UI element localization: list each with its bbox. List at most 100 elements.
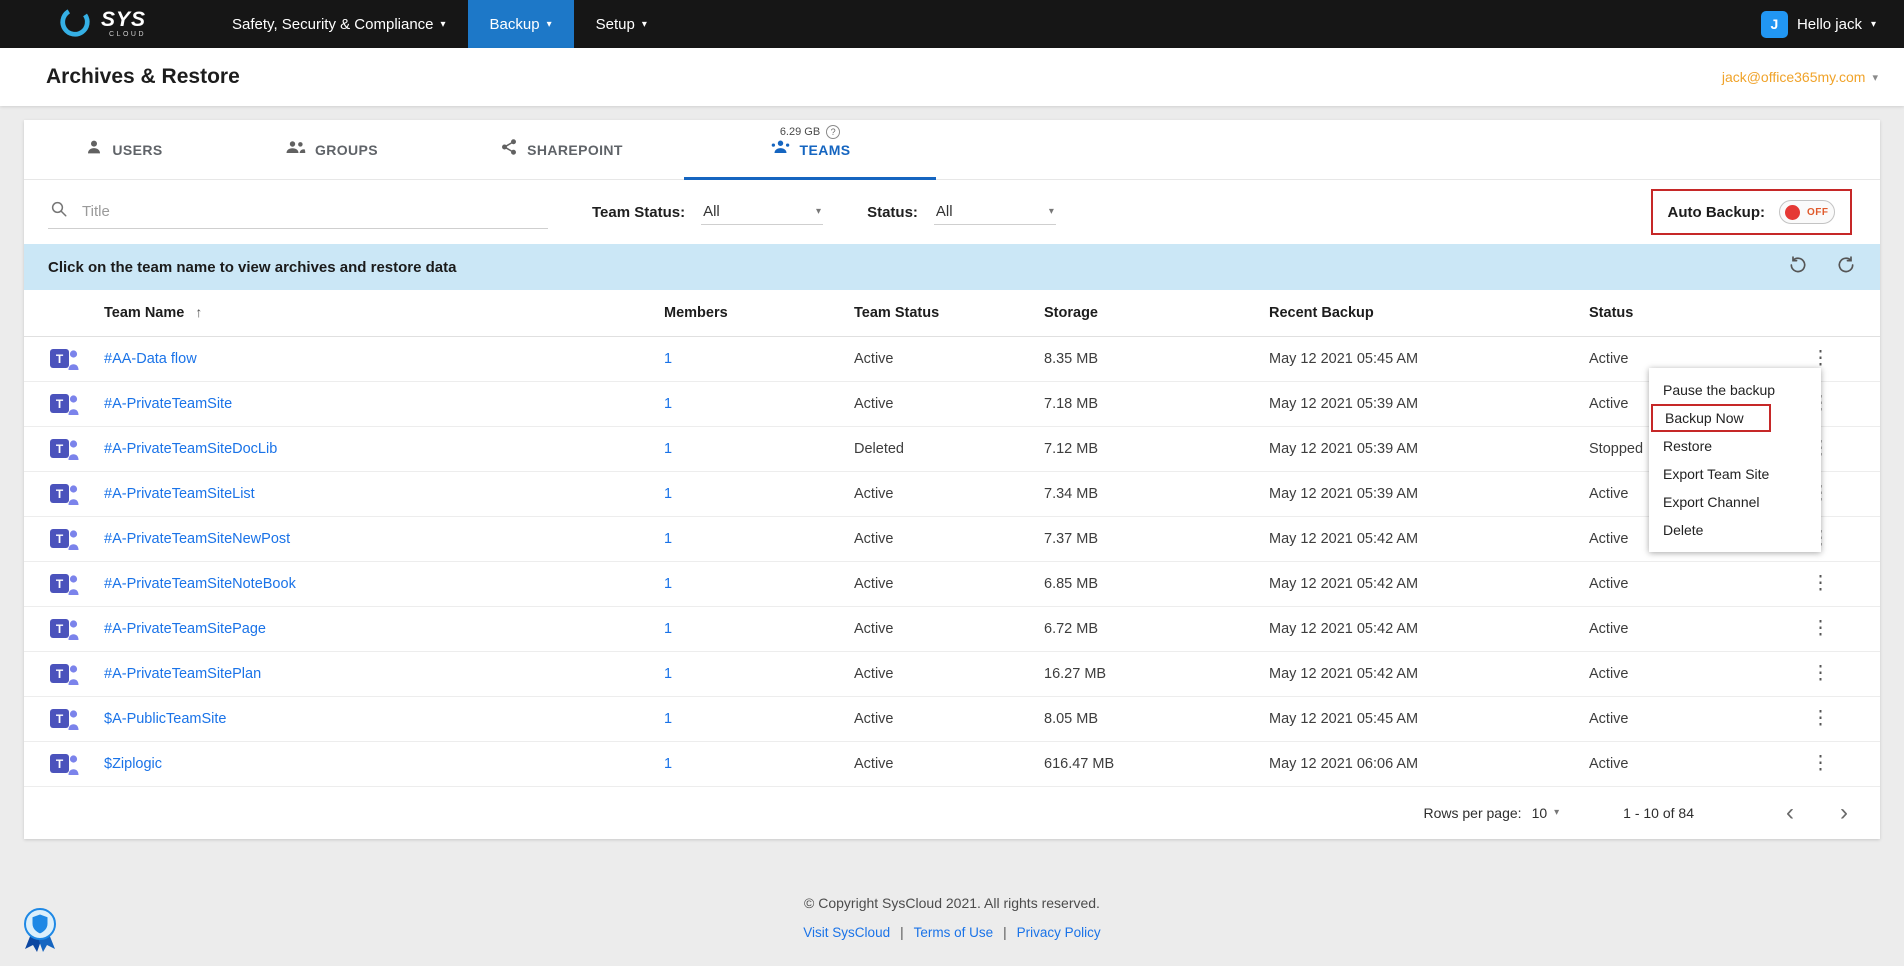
chevron-down-icon: ▾ <box>440 18 446 30</box>
storage-cell: 616.47 MB <box>1044 741 1269 787</box>
nav-item-setup[interactable]: Setup ▾ <box>574 0 669 48</box>
user-greeting: Hello jack <box>1796 15 1862 33</box>
row-actions-kebab-icon[interactable]: ⋮ <box>1801 568 1840 599</box>
svg-text:T: T <box>56 397 64 411</box>
teams-icon: T <box>49 480 79 508</box>
tab-teams[interactable]: 6.29 GB ? TEAMS <box>684 120 936 180</box>
storage-cell: 8.05 MB <box>1044 696 1269 742</box>
column-header-team-status: Team Status <box>854 290 1044 337</box>
link-terms-of-use[interactable]: Terms of Use <box>914 925 994 940</box>
team-name-link[interactable]: $A-PublicTeamSite <box>104 711 227 727</box>
toggle-state-label: OFF <box>1807 206 1829 218</box>
search-field <box>48 195 548 229</box>
tab-sharepoint[interactable]: SHAREPOINT <box>439 120 684 179</box>
nav-item-backup[interactable]: Backup ▾ <box>467 0 574 48</box>
chevron-down-icon: ▾ <box>1048 206 1054 217</box>
members-count-link[interactable]: 1 <box>664 666 672 682</box>
storage-cell: 8.35 MB <box>1044 336 1269 382</box>
rows-per-page-select[interactable]: 10 ▾ <box>1532 805 1560 821</box>
team-status-cell: Active <box>854 381 1044 427</box>
page-title: Archives & Restore <box>46 65 240 88</box>
info-message: Click on the team name to view archives … <box>48 258 457 276</box>
members-count-link[interactable]: 1 <box>664 486 672 502</box>
teams-icon: T <box>49 750 79 778</box>
row-actions-kebab-icon[interactable]: ⋮ <box>1801 703 1840 734</box>
title-bar: Archives & Restore jack@office365my.com … <box>0 48 1904 106</box>
teams-icon: T <box>49 435 79 463</box>
team-name-link[interactable]: $Ziplogic <box>104 756 162 772</box>
brand-sub: CLOUD <box>109 31 147 38</box>
members-count-link[interactable]: 1 <box>664 576 672 592</box>
toggle-thumb <box>1785 204 1800 220</box>
members-count-link[interactable]: 1 <box>664 621 672 637</box>
auto-backup-highlight-box: Auto Backup: OFF <box>1650 189 1852 235</box>
team-name-link[interactable]: #AA-Data flow <box>104 351 197 367</box>
team-name-link[interactable]: #A-PrivateTeamSiteList <box>104 486 255 502</box>
team-status-cell: Active <box>854 651 1044 697</box>
restore-defaults-icon[interactable] <box>1788 255 1808 280</box>
sort-asc-icon: ↑ <box>195 304 203 321</box>
prev-page-button[interactable]: ‹ <box>1786 800 1794 825</box>
tab-groups[interactable]: GROUPS <box>224 120 439 179</box>
members-count-link[interactable]: 1 <box>664 756 672 772</box>
context-menu-item[interactable]: Restore <box>1649 432 1821 460</box>
team-name-link[interactable]: #A-PrivateTeamSitePage <box>104 621 266 637</box>
team-name-link[interactable]: #A-PrivateTeamSiteNoteBook <box>104 576 296 592</box>
status-select[interactable]: All ▾ <box>933 199 1056 225</box>
rows-per-page-label: Rows per page: <box>1423 804 1522 821</box>
next-page-button[interactable]: › <box>1840 800 1848 825</box>
context-menu-item[interactable]: Export Channel <box>1649 488 1821 516</box>
refresh-icon[interactable] <box>1836 255 1856 280</box>
team-status-select[interactable]: All ▾ <box>701 199 824 225</box>
team-name-link[interactable]: #A-PrivateTeamSite <box>104 396 232 412</box>
account-selector[interactable]: jack@office365my.com ▾ <box>1722 69 1878 85</box>
context-menu-item[interactable]: Pause the backup <box>1649 376 1821 404</box>
members-count-link[interactable]: 1 <box>664 711 672 727</box>
column-header-team-name[interactable]: Team Name ↑ <box>104 290 664 337</box>
team-name-link[interactable]: #A-PrivateTeamSiteNewPost <box>104 531 290 547</box>
auto-backup-toggle[interactable]: OFF <box>1779 200 1835 224</box>
teams-icon: T <box>49 525 79 553</box>
column-header-status: Status <box>1589 290 1769 337</box>
recent-backup-cell: May 12 2021 05:42 AM <box>1269 516 1589 562</box>
user-menu[interactable]: J Hello jack ▾ <box>1760 0 1904 48</box>
link-privacy-policy[interactable]: Privacy Policy <box>1017 925 1101 940</box>
teams-icon: T <box>49 570 79 598</box>
teams-storage-size: 6.29 GB <box>779 126 821 138</box>
archives-card: USERS GROUPS SHAREPOINT 6.29 GB ? TEAMS <box>24 120 1880 839</box>
context-menu-item[interactable]: Backup Now <box>1651 404 1771 432</box>
table-row: T #A-PrivateTeamSitePlan 1 Active 16.27 … <box>24 651 1880 697</box>
table-row: T #A-PrivateTeamSiteNewPost 1 Active 7.3… <box>24 516 1880 562</box>
storage-cell: 7.37 MB <box>1044 516 1269 562</box>
members-count-link[interactable]: 1 <box>664 351 672 367</box>
help-icon[interactable]: ? <box>826 125 841 139</box>
svg-text:T: T <box>56 757 64 771</box>
recent-backup-cell: May 12 2021 05:45 AM <box>1269 696 1589 742</box>
team-name-link[interactable]: #A-PrivateTeamSitePlan <box>104 666 261 682</box>
syscloud-logo[interactable]: SYS CLOUD <box>0 0 180 48</box>
copyright-text: © Copyright SysCloud 2021. All rights re… <box>804 894 1100 911</box>
context-menu-item[interactable]: Delete <box>1649 516 1821 544</box>
row-actions-kebab-icon[interactable]: ⋮ <box>1801 658 1840 689</box>
link-visit-syscloud[interactable]: Visit SysCloud <box>803 925 890 940</box>
members-count-link[interactable]: 1 <box>664 531 672 547</box>
table-row: T #A-PrivateTeamSitePage 1 Active 6.72 M… <box>24 606 1880 652</box>
team-name-link[interactable]: #A-PrivateTeamSiteDocLib <box>104 441 277 457</box>
recent-backup-cell: May 12 2021 05:42 AM <box>1269 561 1589 607</box>
context-menu-item[interactable]: Export Team Site <box>1649 460 1821 488</box>
user-icon <box>85 138 103 161</box>
search-input[interactable] <box>80 202 546 221</box>
members-count-link[interactable]: 1 <box>664 441 672 457</box>
storage-cell: 16.27 MB <box>1044 651 1269 697</box>
row-actions-kebab-icon[interactable]: ⋮ <box>1801 748 1840 779</box>
share-icon <box>500 138 518 161</box>
members-count-link[interactable]: 1 <box>664 396 672 412</box>
group-icon <box>285 138 306 161</box>
svg-text:T: T <box>56 667 64 681</box>
nav-item-safety-security-compliance[interactable]: Safety, Security & Compliance ▾ <box>210 0 468 48</box>
tab-bar: USERS GROUPS SHAREPOINT 6.29 GB ? TEAMS <box>24 120 1880 180</box>
chevron-down-icon: ▾ <box>816 206 822 217</box>
trust-badge-icon <box>16 907 64 958</box>
row-actions-kebab-icon[interactable]: ⋮ <box>1801 613 1840 644</box>
tab-users[interactable]: USERS <box>24 120 224 179</box>
